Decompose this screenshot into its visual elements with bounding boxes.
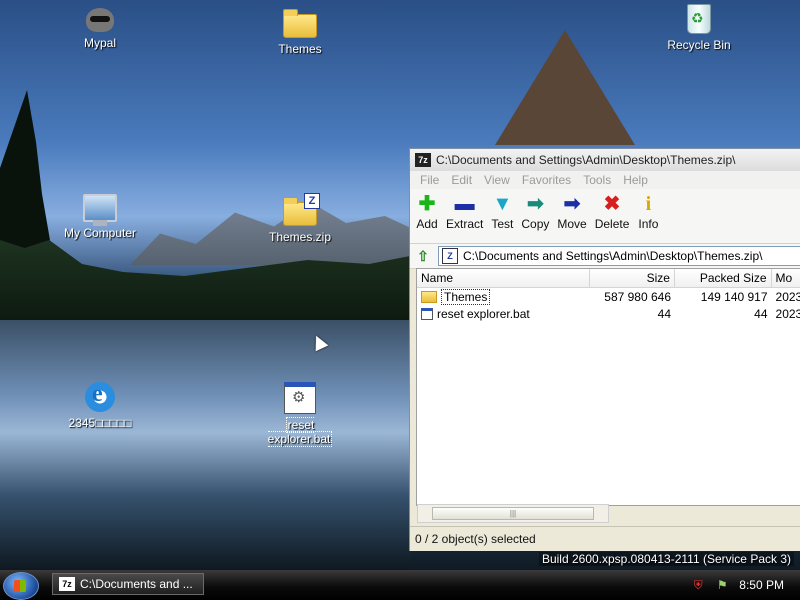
menu-tools[interactable]: Tools xyxy=(577,173,617,187)
scrollbar-thumb[interactable]: ||| xyxy=(432,507,594,520)
title-bar[interactable]: 7z C:\Documents and Settings\Admin\Deskt… xyxy=(410,149,800,171)
check-icon: ▼ xyxy=(492,193,513,215)
menu-view[interactable]: View xyxy=(478,173,516,187)
copy-button[interactable]: ➡ Copy xyxy=(521,193,549,231)
minus-icon: ▬ xyxy=(454,193,475,215)
desktop-icon-label: My Computer xyxy=(63,226,137,240)
address-bar: ⇧ Z C:\Documents and Settings\Admin\Desk… xyxy=(410,244,800,269)
copy-label: Copy xyxy=(521,217,550,231)
extract-label: Extract xyxy=(446,217,484,231)
file-manager-window: 7z C:\Documents and Settings\Admin\Deskt… xyxy=(409,148,800,551)
address-path: C:\Documents and Settings\Admin\Desktop\… xyxy=(463,249,763,263)
desktop-icon-label: Themes.zip xyxy=(268,230,332,244)
start-button[interactable] xyxy=(3,572,39,600)
desktop-icon-themes-zip[interactable]: Themes.zip xyxy=(255,193,345,244)
menu-edit[interactable]: Edit xyxy=(445,173,478,187)
batch-file-icon xyxy=(421,307,433,320)
desktop-icon-my-computer[interactable]: My Computer xyxy=(55,194,145,240)
column-header-size[interactable]: Size xyxy=(590,269,675,287)
packed-size-cell: 44 xyxy=(754,306,768,321)
packed-size-cell: 149 140 917 xyxy=(700,289,768,304)
horizontal-scrollbar[interactable]: ||| xyxy=(417,504,609,523)
column-header-modified[interactable]: Mo xyxy=(772,269,800,287)
network-icon[interactable]: ⚑ xyxy=(715,578,729,592)
add-button[interactable]: ✚ Add xyxy=(416,193,438,231)
desktop-icon-2345[interactable]: 2345□□□□□ xyxy=(55,381,145,430)
column-header-packed-size[interactable]: Packed Size xyxy=(675,269,772,287)
menu-file[interactable]: File xyxy=(414,173,445,187)
move-label: Move xyxy=(557,217,587,231)
move-arrow-icon: ➡ xyxy=(563,193,581,215)
menu-help[interactable]: Help xyxy=(617,173,654,187)
test-label: Test xyxy=(491,217,514,231)
7zip-app-icon: 7z xyxy=(415,153,431,167)
clock[interactable]: 8:50 PM xyxy=(739,578,784,592)
7zip-app-icon: 7z xyxy=(59,577,75,591)
add-label: Add xyxy=(416,217,438,231)
recycle-bin-icon xyxy=(687,4,711,34)
copy-arrow-icon: ➡ xyxy=(526,193,544,215)
zip-archive-icon: Z xyxy=(442,248,458,264)
desktop-icon-label: Themes xyxy=(278,42,322,56)
extract-button[interactable]: ▬ Extract xyxy=(446,193,483,231)
info-icon: i xyxy=(645,193,652,215)
menu-bar: File Edit View Favorites Tools Help xyxy=(410,171,800,189)
delete-label: Delete xyxy=(594,217,630,231)
internet-explorer-icon xyxy=(85,381,115,412)
taskbar-window-button[interactable]: 7z C:\Documents and ... xyxy=(52,573,204,595)
info-label: Info xyxy=(638,217,659,231)
menu-favorites[interactable]: Favorites xyxy=(516,173,577,187)
list-item[interactable]: Themes 587 980 646 149 140 917 2023 xyxy=(417,288,800,305)
mountain-peak xyxy=(495,30,635,145)
address-field[interactable]: Z C:\Documents and Settings\Admin\Deskto… xyxy=(438,246,800,266)
item-name: reset explorer.bat xyxy=(437,306,530,321)
plus-icon: ✚ xyxy=(418,193,436,215)
computer-icon xyxy=(83,194,117,226)
modified-cell: 2023 xyxy=(775,289,800,304)
x-icon: ✖ xyxy=(603,193,621,215)
desktop-icon-themes[interactable]: Themes xyxy=(255,6,345,56)
desktop-icon-reset-explorer[interactable]: reset explorer.bat xyxy=(255,382,345,447)
zip-archive-icon xyxy=(283,193,320,226)
desktop-icon-label: 2345□□□□□ xyxy=(68,416,132,430)
build-watermark: Build 2600.xpsp.080413-2111 (Service Pac… xyxy=(538,552,794,566)
move-button[interactable]: ➡ Move xyxy=(557,193,586,231)
status-bar: 0 / 2 object(s) selected xyxy=(410,526,800,551)
taskbar-window-label: C:\Documents and ... xyxy=(80,577,193,591)
up-folder-icon[interactable]: ⇧ xyxy=(414,247,432,265)
folder-icon xyxy=(421,290,437,303)
modified-cell: 2023 xyxy=(775,306,800,321)
column-header-name[interactable]: Name xyxy=(417,269,591,287)
desktop-icon-label: Recycle Bin xyxy=(667,38,731,52)
folder-icon xyxy=(283,9,317,38)
delete-button[interactable]: ✖ Delete xyxy=(595,193,630,231)
desktop-icon-mypal[interactable]: Mypal xyxy=(55,6,145,50)
size-cell: 587 980 646 xyxy=(604,289,671,304)
window-title: C:\Documents and Settings\Admin\Desktop\… xyxy=(436,153,736,167)
test-button[interactable]: ▼ Test xyxy=(491,193,513,231)
desktop-icon-label: reset explorer.bat xyxy=(267,417,333,447)
security-shield-icon[interactable]: ⛨ xyxy=(691,578,705,592)
size-cell: 44 xyxy=(657,306,671,321)
name-cell: Themes xyxy=(417,288,590,305)
info-button[interactable]: i Info xyxy=(637,193,659,231)
name-cell: reset explorer.bat xyxy=(417,307,590,321)
system-tray: ⛨ ⚑ 8:50 PM xyxy=(691,570,800,600)
list-item[interactable]: reset explorer.bat 44 44 2023 xyxy=(417,305,800,322)
toolbar: ✚ Add ▬ Extract ▼ Test ➡ Copy ➡ Move ✖ D… xyxy=(410,189,800,244)
lake-reflection xyxy=(0,320,410,570)
desktop-icon-label: Mypal xyxy=(83,36,116,50)
taskbar: 7z C:\Documents and ... ⛨ ⚑ 8:50 PM xyxy=(0,570,800,600)
desktop-icon-recycle-bin[interactable]: Recycle Bin xyxy=(654,4,744,52)
list-header: Name Size Packed Size Mo xyxy=(417,269,800,288)
batch-file-icon xyxy=(284,382,316,414)
raccoon-icon xyxy=(86,8,114,32)
status-text: 0 / 2 object(s) selected xyxy=(415,532,536,546)
item-name: Themes xyxy=(441,288,491,305)
file-list: Name Size Packed Size Mo Themes 587 980 … xyxy=(416,268,800,506)
